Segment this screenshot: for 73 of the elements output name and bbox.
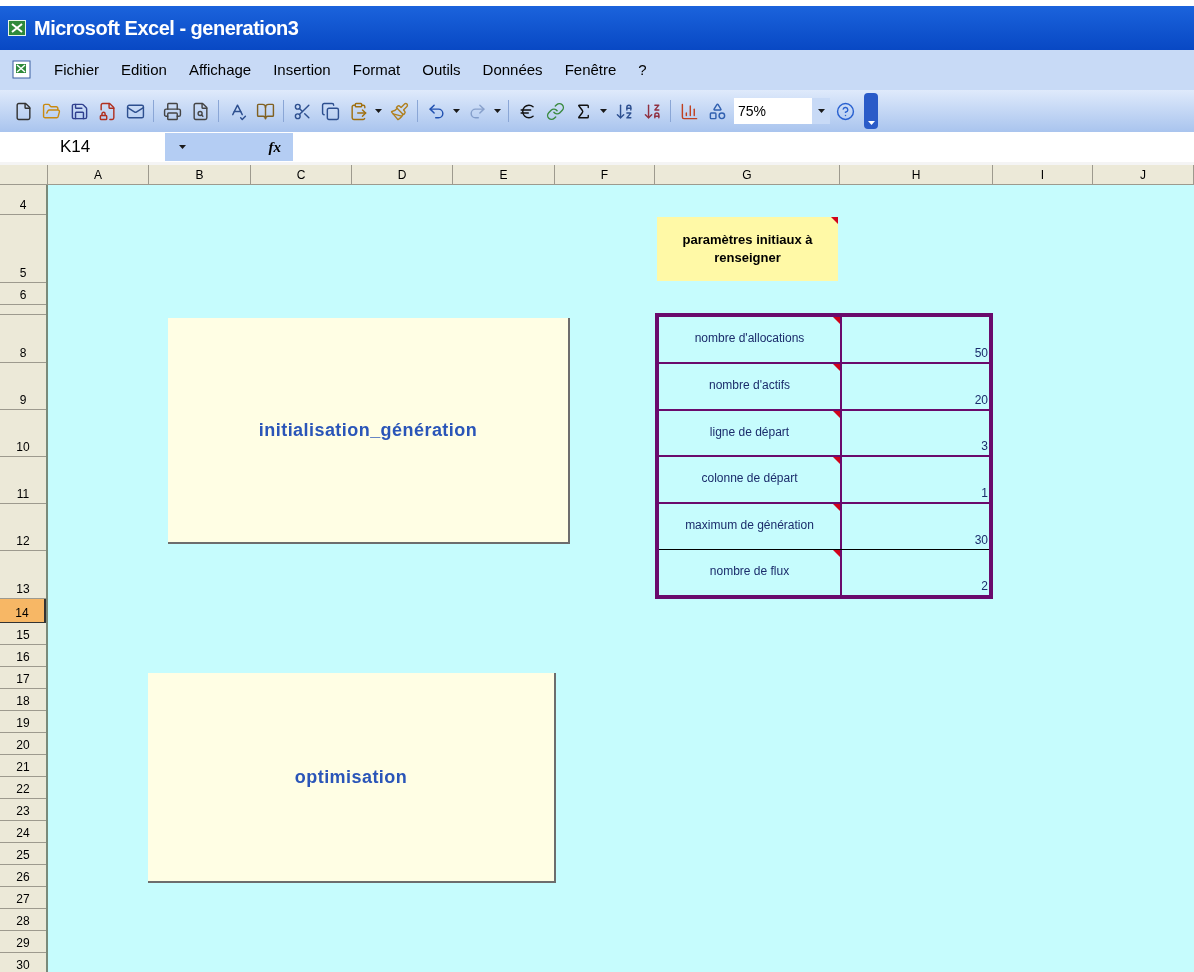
row-header[interactable]: 16 (0, 645, 46, 667)
column-header[interactable]: G (655, 165, 840, 184)
name-box[interactable]: K14 (0, 133, 165, 161)
workbook-icon[interactable] (10, 60, 32, 80)
spreadsheet-app-icon (8, 20, 26, 36)
row-header[interactable]: 12 (0, 504, 46, 551)
parameter-value[interactable]: 3 (842, 410, 989, 456)
column-header[interactable]: B (149, 165, 251, 184)
row-header[interactable]: 10 (0, 410, 46, 457)
row-header[interactable]: 24 (0, 821, 46, 843)
row-header[interactable]: 25 (0, 843, 46, 865)
row-header[interactable]: 22 (0, 777, 46, 799)
row-header[interactable]: 6 (0, 283, 46, 305)
row-header[interactable]: 17 (0, 667, 46, 689)
menu-item[interactable]: Outils (422, 58, 461, 82)
parameter-value[interactable]: 20 (842, 363, 989, 409)
parameter-label: ligne de départ (659, 410, 842, 456)
parameter-label: maximum de génération (659, 504, 842, 550)
parameter-label: nombre de flux (659, 550, 842, 595)
menu-item[interactable]: Données (482, 58, 543, 82)
caret-icon (867, 121, 875, 126)
row-header[interactable]: 8 (0, 315, 46, 363)
function-icon[interactable]: fx (268, 135, 281, 159)
zoom-combo[interactable]: 75% (734, 98, 830, 124)
parameter-label: nombre d'actifs (659, 363, 842, 409)
row-header[interactable]: 23 (0, 799, 46, 821)
column-header[interactable]: H (840, 165, 993, 184)
column-header[interactable]: F (555, 165, 655, 184)
parameter-value[interactable]: 30 (842, 504, 989, 550)
caret-icon[interactable] (453, 109, 460, 113)
row-header[interactable]: 19 (0, 711, 46, 733)
row-header[interactable]: 18 (0, 689, 46, 711)
column-header[interactable]: D (352, 165, 453, 184)
menu-item[interactable]: ? (638, 58, 647, 82)
parameter-value[interactable]: 2 (842, 550, 989, 595)
row-header[interactable]: 4 (0, 185, 46, 215)
menu-item[interactable]: Format (352, 58, 401, 82)
row-header[interactable]: 14 (0, 599, 46, 623)
row-header[interactable]: 9 (0, 363, 46, 410)
menu-item[interactable]: Fenêtre (564, 58, 617, 82)
row-header[interactable]: 5 (0, 215, 46, 283)
parameter-value[interactable]: 50 (842, 317, 989, 362)
caret-icon[interactable] (494, 109, 501, 113)
window-title: Microsoft Excel - generation3 (34, 16, 299, 41)
caret-icon[interactable] (600, 109, 607, 113)
toolbar-options-button[interactable] (864, 93, 878, 129)
menu-item[interactable]: Edition (121, 58, 167, 82)
note-cell: paramètres initiaux à renseigner (657, 217, 838, 281)
parameter-value[interactable]: 1 (842, 457, 989, 503)
row-header[interactable]: 28 (0, 909, 46, 931)
column-header[interactable]: A (48, 165, 149, 184)
name-box-caret-icon[interactable] (179, 145, 186, 149)
column-header[interactable]: E (453, 165, 555, 184)
row-header[interactable]: 29 (0, 931, 46, 953)
macro-button[interactable]: initialisation_génération (168, 318, 570, 544)
row-header[interactable]: 20 (0, 733, 46, 755)
menu-item[interactable]: Insertion (273, 58, 331, 82)
macro-button[interactable]: optimisation (148, 673, 556, 883)
parameter-label: colonne de départ (659, 457, 842, 503)
column-header[interactable]: C (251, 165, 352, 184)
menu-item[interactable]: Affichage (188, 58, 252, 82)
column-header[interactable]: I (993, 165, 1093, 184)
row-header[interactable]: 30 (0, 953, 46, 972)
row-header[interactable]: 15 (0, 623, 46, 645)
dropdown-caret-icon[interactable] (817, 109, 825, 113)
column-header[interactable]: J (1093, 165, 1194, 184)
menu-item[interactable]: Fichier (54, 58, 99, 82)
parameter-label: nombre d'allocations (659, 317, 842, 362)
row-header[interactable]: 27 (0, 887, 46, 909)
row-header[interactable]: 11 (0, 457, 46, 504)
row-header[interactable]: 21 (0, 755, 46, 777)
row-header[interactable]: 26 (0, 865, 46, 887)
caret-icon[interactable] (375, 109, 382, 113)
